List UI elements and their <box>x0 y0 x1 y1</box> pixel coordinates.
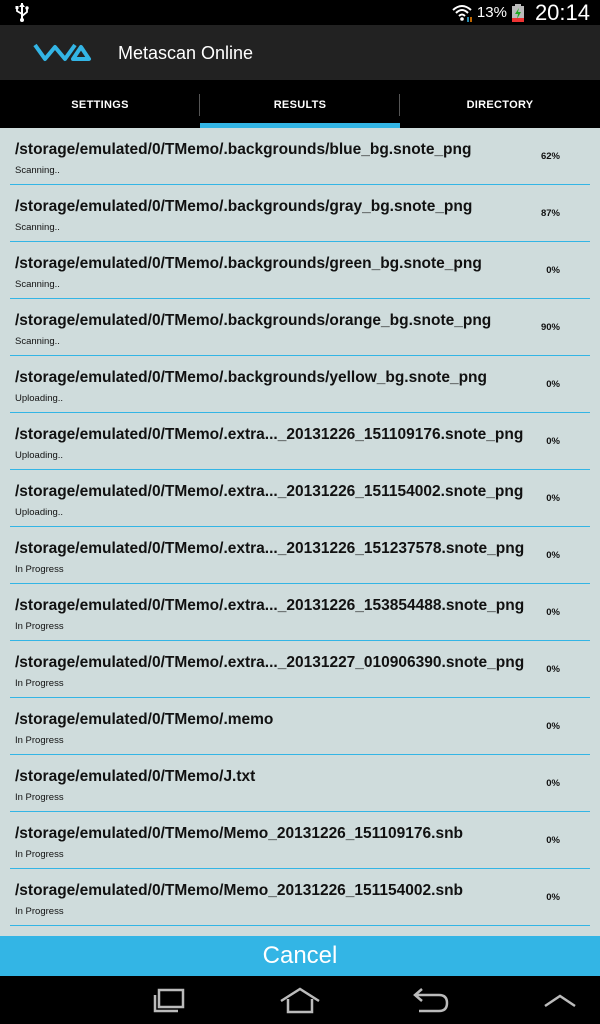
list-item[interactable]: /storage/emulated/0/TMemo/J.txt In Progr… <box>10 755 590 812</box>
action-bar: Metascan Online <box>0 25 600 80</box>
list-item[interactable]: /storage/emulated/0/TMemo/.backgrounds/g… <box>10 185 590 242</box>
home-icon[interactable] <box>275 984 325 1016</box>
progress-percent: 0% <box>546 721 560 732</box>
menu-up-icon[interactable] <box>535 984 585 1016</box>
scan-status: Scanning.. <box>15 336 60 347</box>
progress-percent: 90% <box>540 322 560 333</box>
file-path: /storage/emulated/0/TMemo/.extra..._2013… <box>15 654 525 671</box>
progress-percent: 87% <box>540 208 560 219</box>
file-path: /storage/emulated/0/TMemo/.extra..._2013… <box>15 540 525 557</box>
scan-status: Scanning.. <box>15 279 60 290</box>
file-path: /storage/emulated/0/TMemo/.memo <box>15 711 274 728</box>
battery-percent: 13% <box>476 4 507 21</box>
tab-label: DIRECTORY <box>466 99 534 111</box>
tab-label: RESULTS <box>273 99 327 111</box>
file-path: /storage/emulated/0/TMemo/Memo_20131226_… <box>15 825 464 842</box>
progress-percent: 62% <box>540 151 560 162</box>
scan-status: In Progress <box>15 792 64 803</box>
file-path: /storage/emulated/0/TMemo/.backgrounds/b… <box>15 141 472 158</box>
progress-percent: 0% <box>546 664 560 675</box>
back-icon[interactable] <box>405 984 455 1016</box>
progress-percent: 0% <box>546 892 560 903</box>
list-item[interactable]: /storage/emulated/0/TMemo/Memo_20131226_… <box>10 812 590 869</box>
list-item[interactable]: /storage/emulated/0/TMemo/.extra..._2013… <box>10 584 590 641</box>
battery-icon <box>511 3 524 22</box>
recent-apps-icon[interactable] <box>145 984 195 1016</box>
scan-status: Scanning.. <box>15 165 60 176</box>
progress-percent: 0% <box>546 607 560 618</box>
wifi-icon <box>452 4 472 22</box>
navigation-bar <box>0 976 600 1024</box>
tab-directory[interactable]: DIRECTORY <box>400 82 600 128</box>
tab-settings[interactable]: SETTINGS <box>0 82 200 128</box>
list-item[interactable]: /storage/emulated/0/TMemo/.extra..._2013… <box>10 641 590 698</box>
tab-label: SETTINGS <box>71 99 129 111</box>
progress-percent: 0% <box>546 778 560 789</box>
app-title: Metascan Online <box>118 43 254 63</box>
progress-percent: 0% <box>546 550 560 561</box>
file-path: /storage/emulated/0/TMemo/.extra..._2013… <box>15 597 525 614</box>
scan-status: In Progress <box>15 735 64 746</box>
scan-status: In Progress <box>15 849 64 860</box>
scan-status: Uploading.. <box>15 507 64 518</box>
progress-percent: 0% <box>546 379 560 390</box>
file-path: /storage/emulated/0/TMemo/Memo_20131226_… <box>15 882 464 899</box>
list-item[interactable]: /storage/emulated/0/TMemo/.backgrounds/y… <box>10 356 590 413</box>
list-item[interactable]: /storage/emulated/0/TMemo/.extra..._2013… <box>10 470 590 527</box>
cancel-button[interactable]: Cancel <box>0 936 600 976</box>
file-path: /storage/emulated/0/TMemo/.extra..._2013… <box>15 483 524 500</box>
metascan-logo-icon <box>33 43 91 61</box>
scan-status: In Progress <box>15 678 64 689</box>
list-item[interactable]: /storage/emulated/0/TMemo/.backgrounds/o… <box>10 299 590 356</box>
progress-percent: 0% <box>546 265 560 276</box>
progress-percent: 0% <box>546 493 560 504</box>
file-path: /storage/emulated/0/TMemo/J.txt <box>15 768 256 785</box>
tab-bar: SETTINGS RESULTS DIRECTORY <box>0 82 600 128</box>
status-bar: 13% 20:14 <box>0 0 600 25</box>
list-item[interactable]: /storage/emulated/0/TMemo/.backgrounds/g… <box>10 242 590 299</box>
scan-status: Scanning.. <box>15 222 60 233</box>
clock: 20:14 <box>534 0 590 25</box>
file-path: /storage/emulated/0/TMemo/.backgrounds/g… <box>15 255 482 272</box>
scan-status: In Progress <box>15 564 64 575</box>
file-path: /storage/emulated/0/TMemo/.backgrounds/o… <box>15 312 492 329</box>
progress-percent: 0% <box>546 436 560 447</box>
list-item[interactable]: /storage/emulated/0/TMemo/.extra..._2013… <box>10 527 590 584</box>
list-item[interactable]: /storage/emulated/0/TMemo/Memo_20131226_… <box>10 869 590 926</box>
results-list[interactable]: /storage/emulated/0/TMemo/.backgrounds/b… <box>0 128 600 936</box>
scan-status: Uploading.. <box>15 450 64 461</box>
list-item[interactable]: /storage/emulated/0/TMemo/.memo In Progr… <box>10 698 590 755</box>
progress-percent: 0% <box>546 835 560 846</box>
file-path: /storage/emulated/0/TMemo/.backgrounds/g… <box>15 198 473 215</box>
scan-status: Uploading.. <box>15 393 64 404</box>
tab-results[interactable]: RESULTS <box>200 82 400 128</box>
scan-status: In Progress <box>15 621 64 632</box>
list-item[interactable]: /storage/emulated/0/TMemo/.extra..._2013… <box>10 413 590 470</box>
list-item[interactable]: /storage/emulated/0/TMemo/.backgrounds/b… <box>10 128 590 185</box>
file-path: /storage/emulated/0/TMemo/.extra..._2013… <box>15 426 524 443</box>
file-path: /storage/emulated/0/TMemo/.backgrounds/y… <box>15 369 487 386</box>
usb-icon <box>15 3 29 22</box>
scan-status: In Progress <box>15 906 64 917</box>
